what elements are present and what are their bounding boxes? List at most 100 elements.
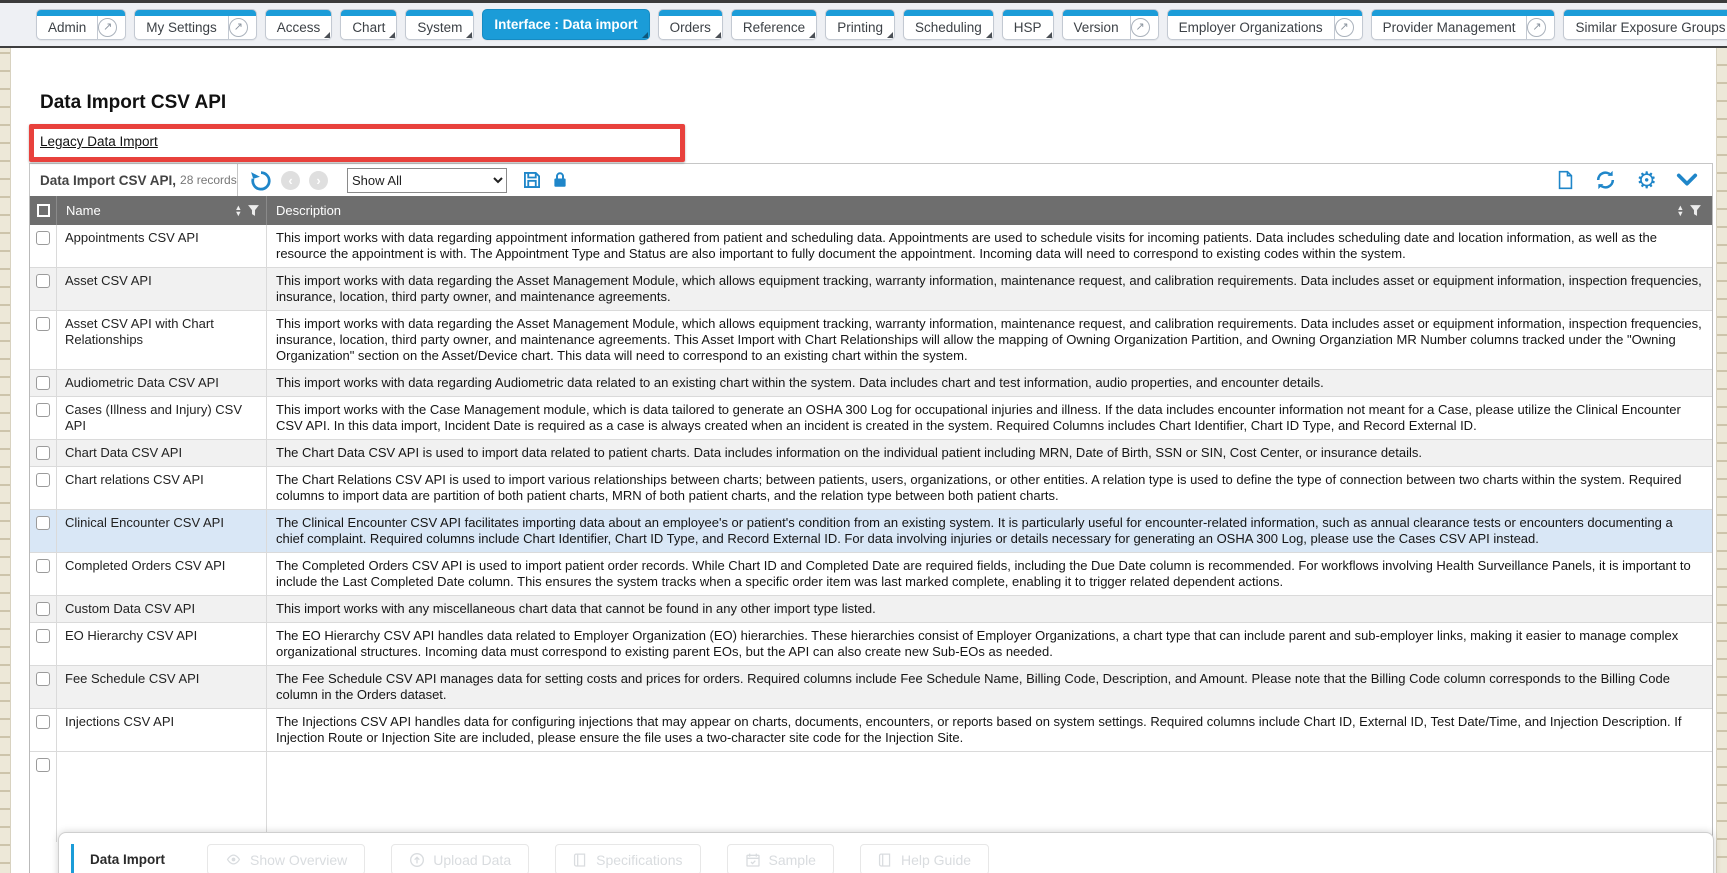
settings-gear-icon[interactable]: ⚙ bbox=[1636, 170, 1657, 190]
row-checkbox[interactable] bbox=[36, 602, 50, 616]
sample-button[interactable]: Sample bbox=[727, 844, 834, 873]
row-name: Custom Data CSV API bbox=[56, 596, 266, 622]
table-row[interactable]: Appointments CSV API This import works w… bbox=[30, 225, 1712, 268]
select-all-checkbox[interactable] bbox=[37, 204, 50, 217]
sort-icon[interactable]: ▲▼ bbox=[1677, 205, 1684, 216]
eye-icon bbox=[225, 852, 242, 867]
row-name: Clinical Encounter CSV API bbox=[56, 510, 266, 552]
back-icon[interactable]: ‹ bbox=[281, 171, 300, 190]
open-external-icon[interactable]: ↗ bbox=[1527, 10, 1554, 39]
row-description: This import works with any miscellaneous… bbox=[266, 596, 1712, 622]
row-checkbox[interactable] bbox=[36, 672, 50, 686]
page-title: Data Import CSV API bbox=[40, 92, 226, 114]
show-overview-button[interactable]: Show Overview bbox=[207, 844, 365, 873]
row-checkbox[interactable] bbox=[36, 758, 50, 772]
table-row[interactable]: Custom Data CSV API This import works wi… bbox=[30, 596, 1712, 623]
filter-funnel-icon[interactable] bbox=[247, 204, 260, 217]
top-navigation: Admin ↗ My Settings ↗ Access Chart Syste… bbox=[0, 0, 1727, 48]
table-header: Name ▲▼ Description ▲▼ bbox=[30, 196, 1712, 225]
view-filter-select[interactable]: Show All bbox=[347, 168, 507, 193]
table-row[interactable]: Asset CSV API with Chart Relationships T… bbox=[30, 311, 1712, 370]
record-detail-panel: Data Import Show Overview Upload Data Sp… bbox=[58, 832, 1714, 873]
table-row[interactable]: Cases (Illness and Injury) CSV API This … bbox=[30, 397, 1712, 440]
tab-chart[interactable]: Chart bbox=[340, 9, 397, 40]
submenu-corner-icon bbox=[986, 32, 992, 38]
upload-data-button[interactable]: Upload Data bbox=[391, 844, 529, 873]
open-external-icon[interactable]: ↗ bbox=[1131, 10, 1158, 39]
tab-provider-management[interactable]: Provider Management ↗ bbox=[1371, 9, 1556, 40]
book-icon bbox=[573, 852, 588, 868]
tab-access[interactable]: Access bbox=[265, 9, 333, 40]
row-checkbox[interactable] bbox=[36, 446, 50, 460]
row-checkbox[interactable] bbox=[36, 516, 50, 530]
new-record-icon[interactable] bbox=[1556, 169, 1575, 191]
row-checkbox[interactable] bbox=[36, 231, 50, 245]
row-checkbox[interactable] bbox=[36, 317, 50, 331]
row-name: Chart relations CSV API bbox=[56, 467, 266, 509]
column-header-description[interactable]: Description bbox=[276, 203, 1677, 218]
submenu-corner-icon bbox=[1046, 32, 1052, 38]
tab-scheduling[interactable]: Scheduling bbox=[903, 9, 994, 40]
sort-icon[interactable]: ▲▼ bbox=[235, 205, 242, 216]
legacy-data-import-link[interactable]: Legacy Data Import bbox=[40, 134, 158, 149]
row-name: Completed Orders CSV API bbox=[56, 553, 266, 595]
refresh-icon[interactable] bbox=[1594, 169, 1617, 191]
table-row[interactable]: EO Hierarchy CSV API The EO Hierarchy CS… bbox=[30, 623, 1712, 666]
open-external-icon[interactable]: ↗ bbox=[98, 10, 125, 39]
filter-funnel-icon[interactable] bbox=[1689, 204, 1702, 217]
left-edge-strip bbox=[0, 0, 11, 873]
right-edge-strip bbox=[1716, 48, 1727, 873]
collapse-chevron-icon[interactable] bbox=[1676, 172, 1698, 188]
row-description: The Completed Orders CSV API is used to … bbox=[266, 553, 1712, 595]
tab-employer-organizations[interactable]: Employer Organizations ↗ bbox=[1167, 9, 1363, 40]
tab-my-settings[interactable]: My Settings ↗ bbox=[134, 9, 257, 40]
tab-reference[interactable]: Reference bbox=[731, 9, 817, 40]
data-import-table: Name ▲▼ Description ▲▼ Appointments CSV … bbox=[29, 196, 1713, 873]
grid-toolbar: Data Import CSV API, 28 records ‹ › Show… bbox=[29, 163, 1713, 197]
tab-version[interactable]: Version ↗ bbox=[1062, 9, 1159, 40]
table-row[interactable]: Chart Data CSV API The Chart Data CSV AP… bbox=[30, 440, 1712, 467]
table-row[interactable]: Asset CSV API This import works with dat… bbox=[30, 268, 1712, 311]
tab-printing[interactable]: Printing bbox=[825, 9, 895, 40]
table-row[interactable]: Injections CSV API The Injections CSV AP… bbox=[30, 709, 1712, 752]
open-external-icon[interactable]: ↗ bbox=[229, 10, 256, 39]
table-row[interactable]: Chart relations CSV API The Chart Relati… bbox=[30, 467, 1712, 510]
row-checkbox[interactable] bbox=[36, 559, 50, 573]
column-header-name[interactable]: Name bbox=[66, 203, 235, 218]
table-row[interactable]: Audiometric Data CSV API This import wor… bbox=[30, 370, 1712, 397]
help-guide-button[interactable]: Help Guide bbox=[860, 844, 989, 873]
row-description: The Injections CSV API handles data for … bbox=[266, 709, 1712, 751]
table-row-highlighted[interactable]: Clinical Encounter CSV API The Clinical … bbox=[30, 510, 1712, 553]
tab-data-import[interactable]: Data Import bbox=[71, 844, 181, 873]
tab-hsp[interactable]: HSP bbox=[1002, 9, 1054, 40]
row-name: Audiometric Data CSV API bbox=[56, 370, 266, 396]
row-checkbox[interactable] bbox=[36, 274, 50, 288]
undo-icon[interactable] bbox=[250, 169, 272, 191]
forward-icon[interactable]: › bbox=[309, 171, 328, 190]
specifications-button[interactable]: Specifications bbox=[555, 844, 700, 873]
tab-orders[interactable]: Orders bbox=[658, 9, 723, 40]
tab-admin[interactable]: Admin ↗ bbox=[36, 9, 126, 40]
grid-title: Data Import CSV API, bbox=[40, 173, 176, 188]
tab-similar-exposure-groups[interactable]: Similar Exposure Groups (SEGs) ↗ bbox=[1563, 9, 1727, 40]
row-name: Asset CSV API with Chart Relationships bbox=[56, 311, 266, 369]
save-icon[interactable] bbox=[522, 170, 542, 190]
row-description: This import works with data regarding th… bbox=[266, 311, 1712, 369]
table-row[interactable]: Fee Schedule CSV API The Fee Schedule CS… bbox=[30, 666, 1712, 709]
tab-interface-data-import[interactable]: Interface : Data import bbox=[482, 9, 649, 40]
tab-system[interactable]: System bbox=[405, 9, 474, 40]
table-row-partial[interactable] bbox=[30, 752, 1712, 842]
row-name: Appointments CSV API bbox=[56, 225, 266, 267]
row-checkbox[interactable] bbox=[36, 629, 50, 643]
record-count: 28 records bbox=[180, 173, 237, 187]
open-external-icon[interactable]: ↗ bbox=[1335, 10, 1362, 39]
row-description: The EO Hierarchy CSV API handles data re… bbox=[266, 623, 1712, 665]
row-description: The Clinical Encounter CSV API facilitat… bbox=[266, 510, 1712, 552]
row-checkbox[interactable] bbox=[36, 376, 50, 390]
table-row[interactable]: Completed Orders CSV API The Completed O… bbox=[30, 553, 1712, 596]
row-description: This import works with data regarding ap… bbox=[266, 225, 1712, 267]
row-checkbox[interactable] bbox=[36, 715, 50, 729]
lock-icon[interactable] bbox=[551, 170, 569, 190]
row-checkbox[interactable] bbox=[36, 403, 50, 417]
row-checkbox[interactable] bbox=[36, 473, 50, 487]
